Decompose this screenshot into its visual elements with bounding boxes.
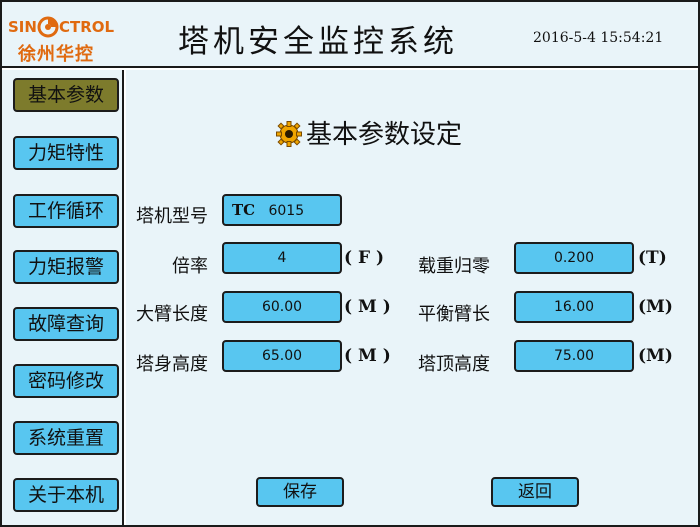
datetime-display: 2016-5-4 15:54:21 (533, 30, 664, 46)
page-heading: 基本参数设定 (276, 114, 463, 150)
tower-height-field[interactable]: 65.00 (222, 340, 342, 372)
counter-jib-label: 平衡臂长 (418, 304, 490, 325)
sidebar-item-basic-params[interactable]: 基本参数 (13, 78, 119, 112)
tower-top-height-field[interactable]: 75.00 (514, 340, 634, 372)
rate-label: 倍率 (172, 256, 208, 277)
boom-length-label: 大臂长度 (136, 304, 208, 325)
logo-text-right: CTROL (58, 18, 115, 36)
boom-length-field[interactable]: 60.00 (222, 291, 342, 323)
load-zero-field[interactable]: 0.200 (514, 242, 634, 274)
save-button[interactable]: 保存 (256, 477, 344, 507)
gear-icon (276, 121, 302, 147)
logo-swirl-icon (37, 16, 59, 38)
page-title: 基本参数设定 (306, 120, 463, 150)
model-label: 塔机型号 (136, 206, 208, 227)
sidebar: 基本参数 力矩特性 工作循环 力矩报警 故障查询 密码修改 系统重置 关于本机 (2, 70, 124, 525)
header-bar: SIN CTROL 徐州华控 塔机安全监控系统 2016-5-4 15:54:2… (2, 2, 698, 68)
load-zero-unit: (T) (638, 248, 667, 268)
sidebar-item-fault-query[interactable]: 故障查询 (13, 307, 119, 341)
rate-unit: ( F ) (344, 248, 384, 268)
rate-field[interactable]: 4 (222, 242, 342, 274)
counter-jib-field[interactable]: 16.00 (514, 291, 634, 323)
sidebar-item-torque-characteristics[interactable]: 力矩特性 (13, 136, 119, 170)
model-field[interactable]: TC 6015 (222, 194, 342, 226)
model-prefix: TC (232, 201, 256, 219)
counter-jib-unit: (M) (638, 297, 673, 317)
logo-text-left: SIN (8, 18, 37, 36)
tower-height-unit: ( M ) (344, 346, 391, 366)
back-button[interactable]: 返回 (491, 477, 579, 507)
boom-length-unit: ( M ) (344, 297, 391, 317)
main-panel: 基本参数设定 塔机型号 TC 6015 倍率 4 ( F ) 大臂长度 60.0… (126, 70, 698, 525)
logo-company-name: 徐州华控 (18, 44, 94, 65)
app-title: 塔机安全监控系统 (178, 24, 458, 60)
sidebar-item-system-reset[interactable]: 系统重置 (13, 421, 119, 455)
tower-height-label: 塔身高度 (136, 354, 208, 375)
sidebar-item-password-change[interactable]: 密码修改 (13, 364, 119, 398)
logo-wordmark: SIN CTROL (8, 16, 114, 38)
sidebar-item-torque-alarm[interactable]: 力矩报警 (13, 250, 119, 284)
sidebar-item-work-cycle[interactable]: 工作循环 (13, 194, 119, 228)
model-value: 6015 (268, 203, 305, 219)
company-logo: SIN CTROL 徐州华控 (8, 8, 132, 66)
load-zero-label: 载重归零 (418, 256, 490, 277)
tower-top-height-unit: (M) (638, 346, 673, 366)
tower-top-height-label: 塔顶高度 (418, 354, 490, 375)
sidebar-item-about[interactable]: 关于本机 (13, 478, 119, 512)
